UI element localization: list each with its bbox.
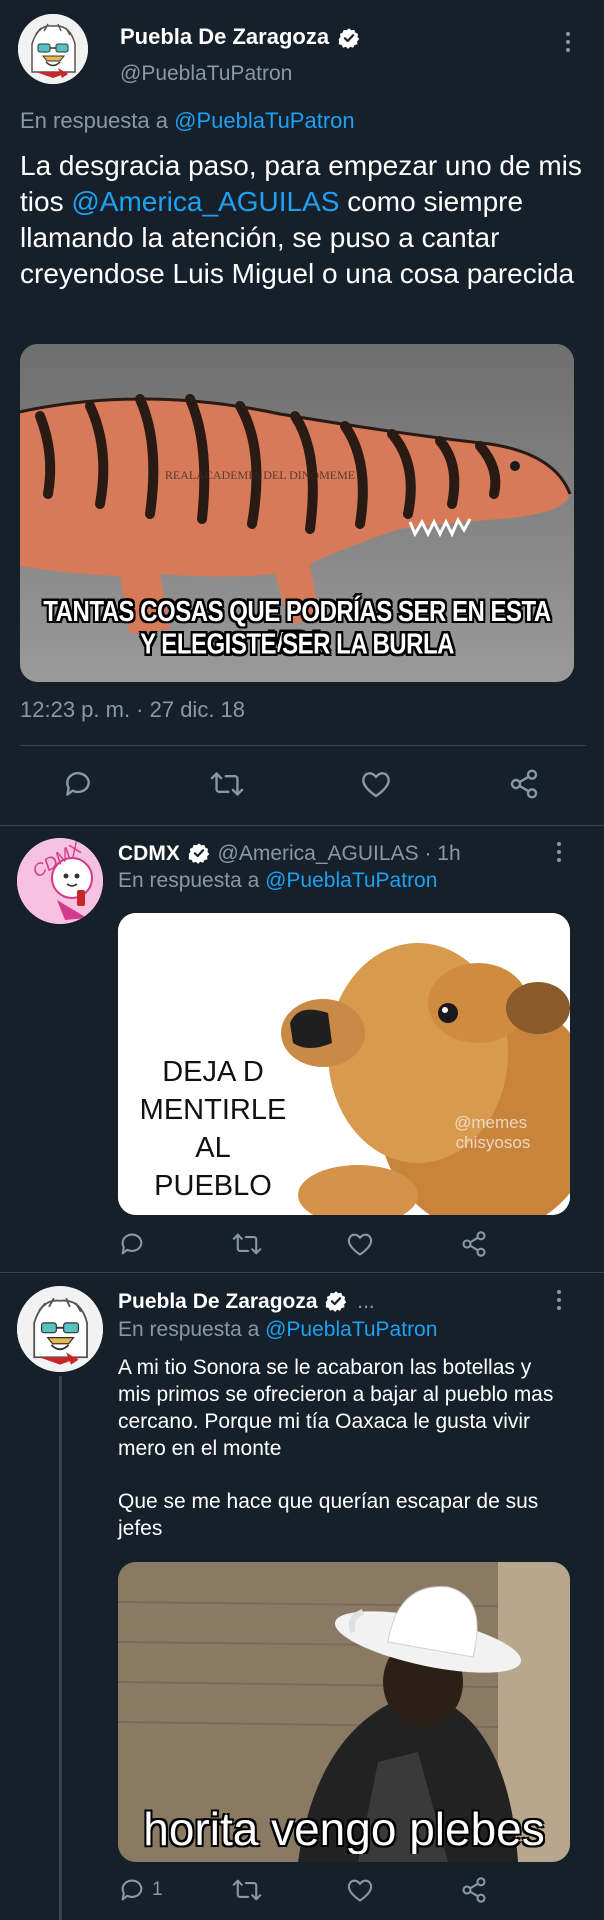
reply2-author-name[interactable]: Puebla De Zaragoza	[118, 1290, 318, 1313]
reply1-handle[interactable]: @America_AGUILAS	[218, 842, 419, 865]
share-button[interactable]	[460, 1230, 488, 1263]
share-button[interactable]	[460, 1876, 488, 1909]
divider	[0, 825, 604, 826]
retweet-icon	[232, 1879, 262, 1901]
reply-button[interactable]	[62, 768, 94, 805]
like-icon	[347, 1879, 373, 1902]
like-button[interactable]	[346, 1876, 374, 1909]
reply-prefix: En respuesta a	[118, 1318, 260, 1341]
like-button[interactable]	[346, 1230, 374, 1263]
share-icon	[462, 1231, 486, 1257]
share-button[interactable]	[508, 768, 540, 805]
reply-to-link[interactable]: @PueblaTuPatron	[265, 869, 437, 892]
reply-to-link[interactable]: @PueblaTuPatron	[174, 108, 355, 133]
svg-text:@memes chisyosos: @memes chisyosos	[454, 1113, 532, 1152]
reply2-handle-truncated[interactable]: ...	[357, 1290, 375, 1313]
author-header[interactable]: Puebla De Zaragoza	[120, 24, 360, 50]
divider	[0, 1272, 604, 1273]
reply2-media-image[interactable]: horita vengo plebes	[118, 1562, 570, 1862]
reply1-media-image[interactable]: @memes chisyosos DEJA D MENTIRLE AL PUEB…	[118, 913, 570, 1215]
reply-icon	[121, 1879, 143, 1901]
author-handle[interactable]: @PueblaTuPatron	[120, 62, 292, 86]
tweet-text: La desgracia paso, para empezar uno de m…	[20, 148, 585, 292]
like-icon	[362, 772, 390, 798]
reply-prefix: En respuesta a	[118, 869, 260, 892]
verified-badge-icon	[326, 1291, 347, 1312]
puebla-avatar-icon	[17, 1286, 103, 1372]
reply1-media-text: DEJA D MENTIRLE AL PUEBLO	[139, 1056, 287, 1202]
share-icon	[510, 769, 538, 799]
retweet-button[interactable]	[210, 768, 244, 805]
reply2-text-p1: A mi tio Sonora se le acabaron las botel…	[118, 1356, 554, 1460]
like-icon	[347, 1233, 373, 1256]
reply-context: En respuesta a @PueblaTuPatron	[20, 108, 355, 134]
more-options-button[interactable]	[556, 842, 562, 862]
media-watermark: REALACADEMIA DEL DINOMEME	[165, 468, 355, 482]
reply2-context: En respuesta a @PueblaTuPatron	[118, 1318, 437, 1342]
reply-prefix: En respuesta a	[20, 108, 168, 133]
thread-line	[59, 1376, 62, 1920]
reply1-context: En respuesta a @PueblaTuPatron	[118, 869, 437, 893]
reply2-media-caption: horita vengo plebes	[143, 1804, 545, 1854]
reply1-time[interactable]: · 1h	[424, 842, 460, 865]
reply-to-link[interactable]: @PueblaTuPatron	[265, 1318, 437, 1341]
retweet-icon	[232, 1233, 262, 1255]
reply1-header[interactable]: CDMX @America_AGUILAS · 1h	[118, 842, 461, 866]
mention-link[interactable]: @America_AGUILAS	[71, 186, 339, 217]
more-options-button[interactable]	[556, 1290, 562, 1310]
reply-button[interactable]: 1	[118, 1876, 163, 1904]
verified-badge-icon	[338, 28, 359, 50]
reply1-author-name[interactable]: CDMX	[118, 842, 180, 865]
reply-icon	[66, 772, 90, 796]
puebla-avatar-icon	[18, 14, 88, 84]
reply-icon	[121, 1233, 143, 1255]
author-avatar[interactable]	[18, 14, 88, 84]
reply-count: 1	[152, 1879, 163, 1900]
reply1-avatar[interactable]: CDMX	[17, 838, 103, 924]
reply-button[interactable]	[118, 1230, 146, 1263]
tweet-media-image[interactable]: REALACADEMIA DEL DINOMEME TANTAS COSAS Q…	[20, 344, 574, 682]
divider	[20, 745, 586, 746]
reply2-header[interactable]: Puebla De Zaragoza ...	[118, 1290, 375, 1314]
retweet-icon	[210, 772, 244, 796]
retweet-button[interactable]	[232, 1876, 262, 1909]
author-name[interactable]: Puebla De Zaragoza	[120, 24, 329, 49]
share-icon	[462, 1877, 486, 1903]
reply2-avatar[interactable]	[17, 1286, 103, 1372]
more-options-button[interactable]	[565, 32, 571, 52]
verified-badge-icon	[188, 843, 209, 864]
cdmx-avatar-icon: CDMX	[17, 838, 103, 924]
tweet-timestamp[interactable]: 12:23 p. m. · 27 dic. 18	[20, 697, 245, 723]
media-caption-line2: Y ELEGISTE SER LA BURLA	[140, 628, 454, 661]
like-button[interactable]	[360, 768, 392, 805]
reply2-text-p2: Que se me hace que querían escapar de su…	[118, 1490, 539, 1540]
retweet-button[interactable]	[232, 1230, 262, 1263]
